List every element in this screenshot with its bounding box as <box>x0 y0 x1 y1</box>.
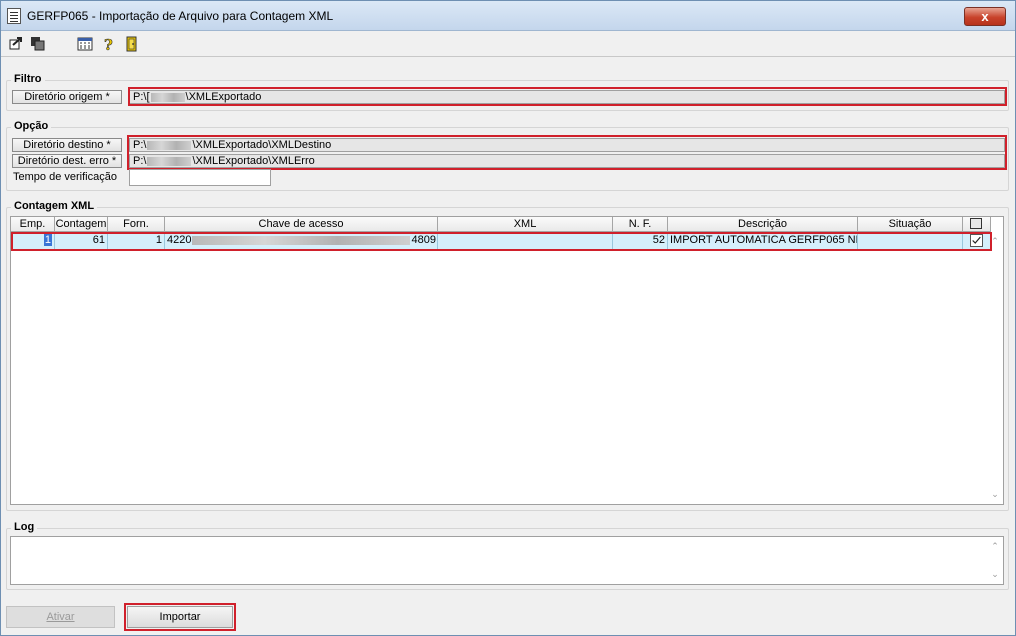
chave-suffix: 4809 <box>411 234 436 246</box>
diretorio-origem-button[interactable]: Diretório origem * <box>12 90 122 104</box>
copy-icon[interactable] <box>30 36 46 52</box>
contagem-grid[interactable]: Emp. Contagem Forn. Chave de acesso XML … <box>10 216 1004 505</box>
importar-label: Importar <box>159 611 201 623</box>
grid-scroll-up-icon[interactable]: ⌃ <box>989 236 1001 247</box>
destino-prefix: P:\ <box>133 139 147 151</box>
col-nf[interactable]: N. F. <box>613 217 668 232</box>
ativar-label: Ativar <box>46 611 75 623</box>
cell-situacao[interactable] <box>858 233 963 249</box>
redacted-text <box>192 235 411 245</box>
log-legend: Log <box>11 521 38 533</box>
destino-suffix: \XMLExportado\XMLDestino <box>192 139 332 151</box>
toolbar: ? <box>1 32 1015 56</box>
svg-text:?: ? <box>104 36 113 52</box>
redacted-text <box>147 140 192 150</box>
cell-nf[interactable]: 52 <box>613 233 668 249</box>
app-document-icon <box>7 8 21 24</box>
redacted-text <box>150 92 185 102</box>
origem-prefix: P:\[ <box>133 91 150 103</box>
opcao-legend: Opção <box>11 120 52 132</box>
contagem-legend: Contagem XML <box>11 200 98 212</box>
col-select-all[interactable] <box>963 217 991 232</box>
help-icon[interactable]: ? <box>101 36 117 52</box>
col-contagem[interactable]: Contagem <box>55 217 108 232</box>
cell-descricao[interactable]: IMPORT AUTOMATICA GERFP065 NF 52 <box>668 233 858 249</box>
cell-emp-value: 1 <box>43 234 52 246</box>
diretorio-origem-field[interactable]: P:\[ \XMLExportado <box>129 90 1005 104</box>
col-xml[interactable]: XML <box>438 217 613 232</box>
cell-contagem[interactable]: 61 <box>55 233 108 249</box>
erro-suffix: \XMLExportado\XMLErro <box>192 155 315 167</box>
diretorio-origem-label: Diretório origem * <box>24 91 110 103</box>
chave-prefix: 4220 <box>167 234 192 246</box>
diretorio-erro-button[interactable]: Diretório dest. erro * <box>12 154 122 168</box>
diretorio-erro-field[interactable]: P:\ \XMLExportado\XMLErro <box>129 154 1005 168</box>
origem-suffix: \XMLExportado <box>185 91 262 103</box>
grid-scroll-down-icon[interactable]: ⌄ <box>989 489 1001 500</box>
col-forn[interactable]: Forn. <box>108 217 165 232</box>
table-row[interactable]: 1 61 1 4220 4809 52 IMPORT AUTOMATICA GER… <box>12 233 990 249</box>
window-title: GERFP065 - Importação de Arquivo para Co… <box>27 9 334 23</box>
cell-chave[interactable]: 4220 4809 <box>165 233 438 249</box>
diretorio-destino-label: Diretório destino * <box>23 139 111 151</box>
ativar-button[interactable]: Ativar <box>6 606 115 628</box>
close-button[interactable]: x <box>964 7 1006 26</box>
export-icon[interactable] <box>9 36 25 52</box>
diretorio-erro-label: Diretório dest. erro * <box>17 155 117 167</box>
row-checkbox[interactable] <box>970 234 983 247</box>
erro-prefix: P:\ <box>133 155 147 167</box>
diretorio-destino-button[interactable]: Diretório destino * <box>12 138 122 152</box>
cell-xml[interactable] <box>438 233 613 249</box>
col-emp[interactable]: Emp. <box>11 217 55 232</box>
toolbar-separator <box>1 56 1015 57</box>
log-scroll-up-icon[interactable]: ⌃ <box>989 541 1001 552</box>
diretorio-destino-field[interactable]: P:\ \XMLExportado\XMLDestino <box>129 138 1005 152</box>
cell-forn[interactable]: 1 <box>108 233 165 249</box>
calculator-icon[interactable] <box>77 36 93 52</box>
redacted-text <box>147 156 192 166</box>
log-scroll-down-icon[interactable]: ⌄ <box>989 569 1001 580</box>
title-bar: GERFP065 - Importação de Arquivo para Co… <box>1 1 1015 31</box>
select-all-checkbox[interactable] <box>970 218 982 229</box>
cell-check[interactable] <box>963 233 990 249</box>
cell-emp[interactable]: 1 <box>12 233 55 249</box>
tempo-verificacao-input[interactable] <box>129 169 271 186</box>
importar-button[interactable]: Importar <box>127 606 233 628</box>
exit-door-icon[interactable] <box>124 36 140 52</box>
filtro-legend: Filtro <box>11 73 45 85</box>
window: GERFP065 - Importação de Arquivo para Co… <box>0 0 1016 636</box>
log-textarea[interactable]: ⌃ ⌄ <box>10 536 1004 585</box>
col-chave[interactable]: Chave de acesso <box>165 217 438 232</box>
tempo-verificacao-label: Tempo de verificação <box>13 171 117 183</box>
col-descricao[interactable]: Descrição <box>668 217 858 232</box>
col-situacao[interactable]: Situação <box>858 217 963 232</box>
